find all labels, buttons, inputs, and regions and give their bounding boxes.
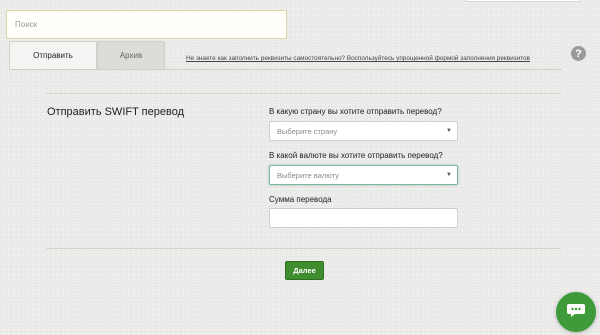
tab-underline (9, 69, 562, 70)
currency-label: В какой валюте вы хотите отправить перев… (269, 151, 443, 160)
country-select[interactable]: Выберите страну ▼ (269, 121, 458, 141)
chat-icon (567, 302, 585, 323)
tab-bar: Отправить Архив (9, 41, 165, 69)
form-divider-bottom (46, 248, 561, 249)
form-title: Отправить SWIFT перевод (47, 106, 184, 118)
chat-widget-button[interactable] (556, 292, 596, 332)
country-select-value: Выберите страну (277, 126, 338, 136)
currency-select-value: Выберите валюту (277, 170, 339, 180)
amount-input[interactable] (269, 208, 458, 228)
next-button[interactable]: Далее (285, 261, 324, 280)
tab-archive[interactable]: Архив (97, 41, 165, 69)
chevron-down-icon: ▼ (446, 172, 452, 178)
amount-label: Сумма перевода (269, 195, 332, 204)
form-divider-top (46, 93, 561, 94)
country-label: В какую страну вы хотите отправить перев… (269, 107, 442, 116)
chevron-down-icon: ▼ (446, 128, 452, 134)
top-right-control[interactable] (464, 0, 581, 2)
simplified-form-link[interactable]: Не знаете как заполнить реквизиты самост… (186, 55, 530, 62)
search-input[interactable] (6, 10, 287, 39)
tab-send[interactable]: Отправить (9, 41, 97, 69)
help-icon[interactable]: ? (571, 46, 586, 61)
currency-select[interactable]: Выберите валюту ▼ (269, 165, 458, 185)
